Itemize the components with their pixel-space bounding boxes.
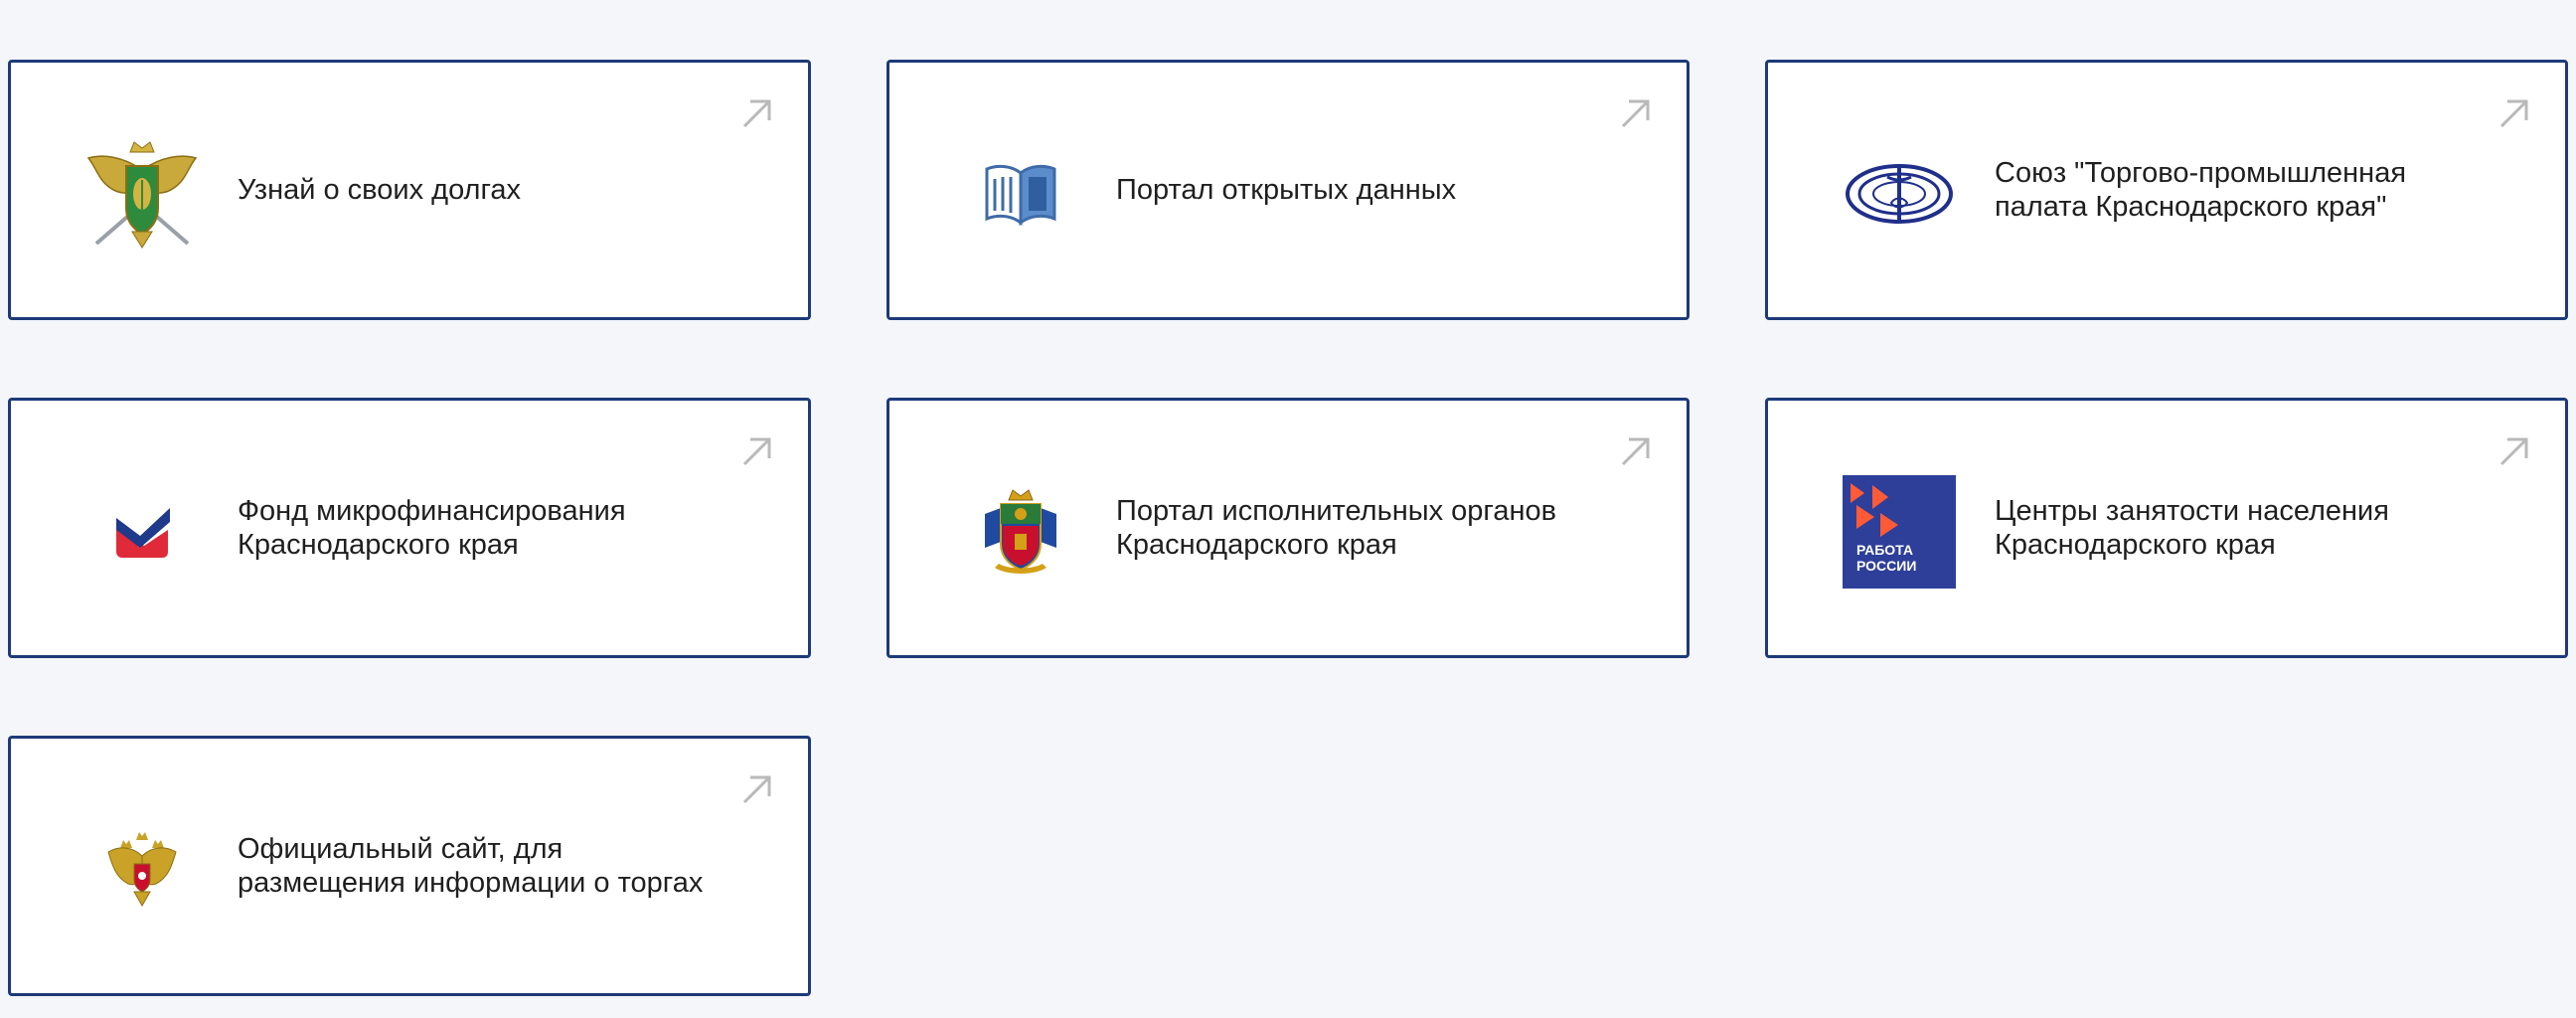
microfinance-fund-check-icon	[80, 474, 204, 590]
card-open-data[interactable]: Портал открытых данных	[886, 60, 1690, 320]
arrow-up-right-icon	[742, 437, 771, 466]
card-microfinance-fund[interactable]: Фонд микрофинансирования Краснодарского …	[8, 398, 811, 658]
services-grid: Узнай о своих долгах Портал открытых дан…	[0, 0, 2576, 1018]
arrow-up-right-icon	[2499, 99, 2528, 128]
krasnodar-coat-of-arms-icon	[959, 474, 1082, 590]
russia-coat-of-arms-icon	[80, 812, 204, 928]
arrow-up-right-icon	[742, 99, 771, 128]
card-label: Фонд микрофинансирования Краснодарского …	[238, 495, 626, 561]
arrow-up-right-icon	[1621, 99, 1650, 128]
open-data-book-icon	[959, 136, 1082, 252]
card-executive-bodies-portal[interactable]: Портал исполнительных органов Краснодарс…	[886, 398, 1690, 658]
arrow-up-right-icon	[2499, 437, 2528, 466]
chamber-of-commerce-icon	[1838, 136, 1961, 252]
logo-text-line-2: РОССИИ	[1856, 558, 1916, 574]
card-employment-centers[interactable]: РАБОТА РОССИИ Центры занятости населения…	[1765, 398, 2568, 658]
card-label: Официальный сайт, для размещения информа…	[238, 833, 704, 899]
card-label: Центры занятости населения Краснодарског…	[1995, 495, 2389, 561]
card-label: Портал открытых данных	[1116, 174, 1457, 206]
arrow-up-right-icon	[1621, 437, 1650, 466]
card-tenders-official-site[interactable]: Официальный сайт, для размещения информа…	[8, 736, 811, 996]
logo-text-line-1: РАБОТА	[1856, 542, 1913, 558]
fssp-emblem-icon	[80, 136, 204, 252]
card-debts[interactable]: Узнай о своих долгах	[8, 60, 811, 320]
card-label: Портал исполнительных органов Краснодарс…	[1116, 495, 1557, 561]
card-label: Узнай о своих долгах	[238, 174, 522, 206]
card-label: Союз "Торгово-промышленная палата Красно…	[1995, 157, 2407, 223]
rabota-rossii-logo-icon: РАБОТА РОССИИ	[1838, 474, 1961, 590]
arrow-up-right-icon	[742, 775, 771, 804]
card-chamber-of-commerce[interactable]: Союз "Торгово-промышленная палата Красно…	[1765, 60, 2568, 320]
